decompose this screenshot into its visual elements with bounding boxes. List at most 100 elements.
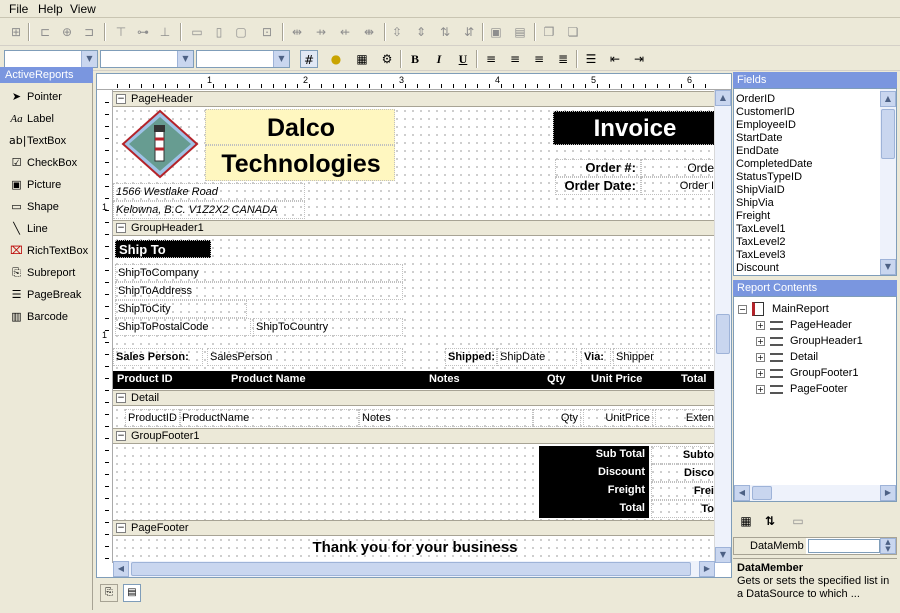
same-height-icon[interactable]: ▯ bbox=[210, 23, 228, 41]
sales-person-label[interactable]: Sales Person: bbox=[113, 348, 203, 366]
scroll-thumb[interactable] bbox=[881, 109, 895, 159]
field-item[interactable]: EmployeeID bbox=[736, 119, 796, 132]
scroll-down-icon[interactable]: ▼ bbox=[715, 547, 731, 563]
expand-icon[interactable]: + bbox=[756, 385, 765, 394]
categorized-icon[interactable]: ▦ bbox=[737, 512, 755, 530]
report-designer[interactable]: 1 2 3 4 5 6 1 1 − PageHeader Dalco Techno… bbox=[96, 73, 732, 578]
field-item[interactable]: CustomerID bbox=[736, 106, 795, 119]
text-align-center-icon[interactable]: ≡ bbox=[506, 50, 524, 68]
align-top-icon[interactable]: ⊤ bbox=[112, 23, 130, 41]
col-product-name[interactable]: Product Name bbox=[231, 373, 306, 385]
address-line2[interactable]: Kelowna, B.C. V1Z2X2 CANADA bbox=[113, 201, 305, 219]
property-value-input[interactable] bbox=[808, 539, 880, 553]
tool-label[interactable]: Aa Label bbox=[0, 109, 92, 129]
detail-notes[interactable]: Notes bbox=[359, 409, 533, 427]
order-date-field[interactable]: Order I bbox=[641, 177, 715, 195]
menu-help[interactable]: Help bbox=[38, 2, 63, 16]
detail-product-id[interactable]: ProductID bbox=[125, 409, 181, 427]
menu-file[interactable]: File bbox=[9, 2, 28, 16]
tree-horizontal-scrollbar[interactable]: ◀ ▶ bbox=[734, 485, 896, 501]
shipped-label[interactable]: Shipped: bbox=[445, 348, 497, 366]
col-unit-price[interactable]: Unit Price bbox=[591, 373, 642, 385]
invoice-title[interactable]: Invoice bbox=[553, 111, 715, 145]
col-qty[interactable]: Qty bbox=[547, 373, 565, 385]
chevron-down-icon[interactable]: ▼ bbox=[273, 51, 289, 67]
same-width-icon[interactable]: ▭ bbox=[188, 23, 206, 41]
tool-barcode[interactable]: ▥ Barcode bbox=[0, 307, 92, 327]
detail-qty[interactable]: Qty bbox=[533, 409, 581, 427]
field-item[interactable]: CompletedDate bbox=[736, 158, 812, 171]
designer-horizontal-scrollbar[interactable]: ◀ ▶ bbox=[113, 561, 715, 577]
ship-to-country-field[interactable]: ShipToCountry bbox=[253, 318, 403, 336]
align-bottom-icon[interactable]: ⊥ bbox=[156, 23, 174, 41]
field-item[interactable]: Freight bbox=[736, 210, 770, 223]
expand-icon[interactable]: + bbox=[756, 353, 765, 362]
vspace-decrease-icon[interactable]: ⇅ bbox=[436, 23, 454, 41]
field-item[interactable]: TaxLevel1 bbox=[736, 223, 786, 236]
chevron-down-icon[interactable]: ▼ bbox=[81, 51, 97, 67]
company-name-line2[interactable]: Technologies bbox=[205, 145, 395, 181]
scroll-up-icon[interactable]: ▲ bbox=[715, 90, 731, 106]
section-groupheader1[interactable]: Ship To ShipToCompany ShipToAddress Ship… bbox=[113, 236, 715, 389]
size-to-grid-icon[interactable]: ⊡ bbox=[258, 23, 276, 41]
address-line1[interactable]: 1566 Westlake Road bbox=[113, 183, 305, 201]
detail-extended-price[interactable]: Exten bbox=[655, 409, 715, 427]
sub-total-field[interactable]: Subto bbox=[651, 446, 715, 464]
hspace-decrease-icon[interactable]: ⇷ bbox=[336, 23, 354, 41]
align-right-icon[interactable]: ⊐ bbox=[80, 23, 98, 41]
discount-field[interactable]: Disco bbox=[651, 464, 715, 482]
field-item[interactable]: TaxLevel2 bbox=[736, 236, 786, 249]
tool-shape[interactable]: ▭ Shape bbox=[0, 197, 92, 217]
section-pageheader[interactable]: Dalco Technologies 1566 Westlake Road Ke… bbox=[113, 107, 715, 220]
scroll-down-icon[interactable]: ▼ bbox=[880, 259, 896, 275]
ship-to-company-field[interactable]: ShipToCompany bbox=[115, 264, 403, 282]
align-grid-icon[interactable]: ⊞ bbox=[7, 23, 25, 41]
font-size-combo[interactable]: ▼ bbox=[196, 50, 290, 68]
expand-icon[interactable]: + bbox=[756, 337, 765, 346]
center-horizontal-icon[interactable]: ▣ bbox=[487, 23, 505, 41]
properties-icon[interactable]: ▦ bbox=[353, 50, 371, 68]
scroll-left-icon[interactable]: ◀ bbox=[113, 561, 129, 577]
ship-to-postal-field[interactable]: ShipToPostalCode bbox=[115, 318, 251, 336]
section-detail[interactable]: ProductID ProductName Notes Qty UnitPric… bbox=[113, 406, 715, 428]
freight-field[interactable]: Frei bbox=[651, 482, 715, 500]
underline-button[interactable]: U bbox=[454, 50, 472, 68]
section-pagefooter[interactable]: Thank you for your business bbox=[113, 536, 715, 563]
tree-node-detail[interactable]: Detail bbox=[790, 350, 818, 364]
designer-vertical-scrollbar[interactable]: ▲ ▼ bbox=[714, 90, 731, 563]
hspace-equal-icon[interactable]: ⇹ bbox=[288, 23, 306, 41]
scroll-thumb[interactable] bbox=[131, 562, 691, 576]
total-label[interactable]: Total bbox=[541, 500, 649, 516]
property-pages-icon[interactable]: ▭ bbox=[789, 512, 807, 530]
tool-pointer[interactable]: ➤ Pointer bbox=[0, 87, 92, 107]
via-label[interactable]: Via: bbox=[581, 348, 611, 366]
expand-icon[interactable]: + bbox=[756, 369, 765, 378]
text-align-right-icon[interactable]: ≡ bbox=[530, 50, 548, 68]
same-size-icon[interactable]: ▢ bbox=[232, 23, 250, 41]
band-pagefooter[interactable]: − PageFooter bbox=[113, 520, 715, 536]
color-icon[interactable]: ● bbox=[327, 50, 345, 68]
section-groupfooter1[interactable]: Sub Total Discount Freight Total Subto D… bbox=[113, 444, 715, 520]
collapse-icon[interactable]: − bbox=[116, 223, 126, 233]
scroll-up-icon[interactable]: ▲ bbox=[880, 91, 896, 107]
band-pageheader[interactable]: − PageHeader bbox=[113, 91, 715, 107]
hspace-remove-icon[interactable]: ⇼ bbox=[360, 23, 378, 41]
thank-you-label[interactable]: Thank you for your business bbox=[113, 538, 715, 558]
center-vertical-icon[interactable]: ▤ bbox=[511, 23, 529, 41]
spin-icon[interactable]: ▲ ▼ bbox=[880, 538, 896, 554]
order-number-field[interactable]: Orde bbox=[641, 159, 715, 177]
vspace-remove-icon[interactable]: ⇵ bbox=[460, 23, 478, 41]
sort-az-icon[interactable]: ⇅ bbox=[761, 512, 779, 530]
tree-node-groupheader1[interactable]: GroupHeader1 bbox=[790, 334, 863, 348]
fields-list[interactable]: OrderID CustomerID EmployeeID StartDate … bbox=[733, 88, 897, 276]
scroll-thumb[interactable] bbox=[716, 314, 730, 354]
field-item[interactable]: ShipVia bbox=[736, 197, 774, 210]
align-center-icon[interactable]: ⊕ bbox=[58, 23, 76, 41]
align-middle-icon[interactable]: ⊶ bbox=[134, 23, 152, 41]
text-justify-icon[interactable]: ≣ bbox=[554, 50, 572, 68]
scroll-thumb[interactable] bbox=[752, 486, 772, 500]
collapse-icon[interactable]: − bbox=[116, 94, 126, 104]
collapse-icon[interactable]: − bbox=[116, 431, 126, 441]
designer-view-icon[interactable]: ▤ bbox=[123, 584, 141, 602]
detail-unit-price[interactable]: UnitPrice bbox=[583, 409, 653, 427]
